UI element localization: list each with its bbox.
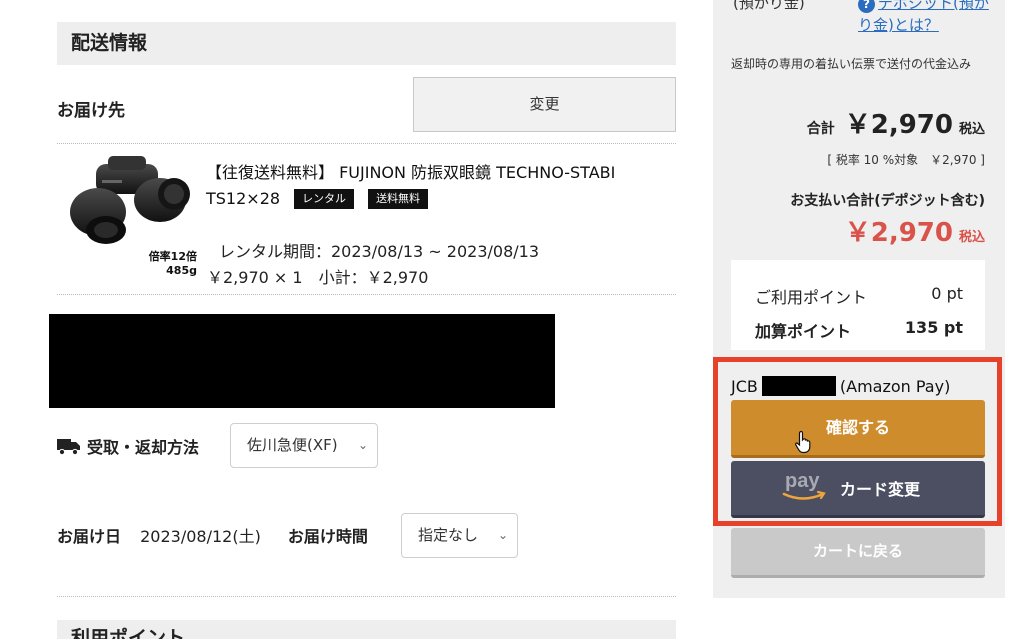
payment-tax-included-label: 税込 xyxy=(958,230,985,245)
truck-icon xyxy=(57,439,80,455)
payment-total-row: ￥2,970 税込 xyxy=(731,212,985,249)
shipping-section-title: 配送情報 xyxy=(57,22,676,65)
points-used-label: ご利用ポイント xyxy=(755,288,868,307)
points-used-value: 0 pt xyxy=(931,284,963,303)
product-title: 【往復送料無料】 FUJINON 防振双眼鏡 TECHNO-STABI TS12… xyxy=(206,160,676,212)
payment-card-line: JCB (Amazon Pay) xyxy=(731,376,950,396)
rental-period: レンタル期間：2023/08/13 ~ 2023/08/13 xyxy=(219,242,540,261)
card-provider: (Amazon Pay) xyxy=(839,376,951,396)
hand-cursor-icon xyxy=(795,430,811,454)
back-to-cart-button[interactable]: カートに戻る xyxy=(731,528,985,578)
points-box: ご利用ポイント 0 pt 加算ポイント 135 pt xyxy=(731,260,985,350)
chevron-down-icon: ⌄ xyxy=(497,528,508,542)
delivery-time-select[interactable]: 指定なし ⌄ xyxy=(401,513,518,558)
delivery-date-value: 2023/08/12(土) xyxy=(140,527,261,546)
delivery-method-row: 受取・返却方法 xyxy=(57,424,199,468)
points-added-label: 加算ポイント xyxy=(755,322,852,341)
amazon-pay-logo-text: pay xyxy=(785,470,820,492)
confirm-button[interactable]: 確認する xyxy=(731,400,985,458)
free-shipping-tag: 送料無料 xyxy=(368,189,429,209)
delivery-date-label: お届け日 xyxy=(57,527,122,546)
delivery-method-label: 受取・返却方法 xyxy=(87,438,200,457)
divider xyxy=(57,596,676,597)
chevron-down-icon: ⌄ xyxy=(357,438,368,452)
return-note: 返却時の専用の着払い伝票で送付の代金込み xyxy=(731,57,972,71)
points-used-row: ご利用ポイント 0 pt xyxy=(755,284,963,308)
divider xyxy=(57,143,676,144)
delivery-method-value: 佐川急便(XF) xyxy=(247,436,338,454)
delivery-date-row: お届け日 2023/08/12(土) お届け時間 xyxy=(57,523,368,547)
delivery-time-value: 指定なし xyxy=(418,526,479,544)
payment-total-amount: ￥2,970 xyxy=(844,218,953,248)
delivery-method-select[interactable]: 佐川急便(XF) ⌄ xyxy=(230,423,378,468)
divider xyxy=(57,294,676,295)
total-row: 合計 ￥2,970 税込 xyxy=(731,104,985,141)
points-section-title: 利用ポイント xyxy=(57,620,676,639)
redacted-card-number xyxy=(761,376,836,396)
amazon-pay-logo-icon: pay xyxy=(782,470,826,500)
question-icon: ? xyxy=(858,0,875,13)
change-card-label: カード変更 xyxy=(840,480,921,499)
redacted-block xyxy=(49,314,555,408)
rental-tag: レンタル xyxy=(294,189,355,209)
tax-included-label: 税込 xyxy=(958,122,985,137)
total-label: 合計 xyxy=(806,121,835,137)
product-image: 倍率12倍 485g xyxy=(62,150,197,278)
price-subtotal: ￥2,970 × 1 小計：￥2,970 xyxy=(207,268,429,287)
magnification-note: 倍率12倍 xyxy=(148,250,197,263)
points-added-value: 135 pt xyxy=(904,318,963,337)
deposit-help-link-text: デポジット(預かり金)とは？ xyxy=(858,0,989,34)
deposit-label: (預かり金) xyxy=(733,0,805,12)
change-destination-button[interactable]: 変更 xyxy=(413,77,676,132)
deposit-help-link[interactable]: ? デポジット(預かり金)とは？ xyxy=(858,0,990,36)
delivery-time-label: お届け時間 xyxy=(287,527,368,546)
tax-breakdown: [ 税率 10 %対象 ￥2,970 ] xyxy=(827,153,985,167)
change-card-button[interactable]: pay カード変更 xyxy=(731,461,985,518)
card-brand: JCB xyxy=(731,376,758,396)
destination-label: お届け先 xyxy=(57,101,125,121)
payment-total-label: お支払い合計(デポジット含む) xyxy=(790,193,985,209)
weight-note: 485g xyxy=(166,264,197,277)
total-amount: ￥2,970 xyxy=(844,110,953,140)
binoculars-image xyxy=(70,156,190,244)
points-added-row: 加算ポイント 135 pt xyxy=(755,318,963,342)
